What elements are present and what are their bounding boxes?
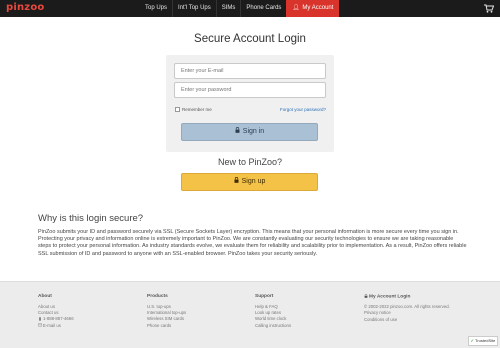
envelope-icon (38, 324, 42, 327)
footer-products-column: Products U.S. top-ups International top-… (147, 294, 186, 329)
lock-icon (235, 127, 240, 133)
footer-account-column: My Account Login © 2002-2022 pinzoo.com.… (364, 294, 450, 323)
trusted-site-label: TrustedSite (475, 338, 496, 343)
sign-in-button[interactable]: Sign in (181, 123, 318, 141)
shopping-cart-icon[interactable] (484, 4, 494, 13)
page-title: Secure Account Login (194, 33, 306, 45)
sign-in-label: Sign in (242, 128, 265, 135)
email-input[interactable] (174, 63, 326, 79)
footer-link-conditions-of-use[interactable]: Conditions of use (364, 317, 450, 323)
top-navigation-bar: pinzoo Top Ups Int'l Top Ups SIMs Phone … (0, 0, 500, 17)
footer-email-label: E-mail us (43, 322, 61, 328)
footer-link-calling-instructions[interactable]: Calling instructions (255, 323, 291, 329)
sign-up-label: Sign up (241, 178, 266, 185)
footer-support-column: Support Help & FAQ Look up rates World t… (255, 294, 291, 329)
footer-phone-number: 1-888-887-4666 (43, 316, 74, 322)
footer-link-phone-cards[interactable]: Phone cards (147, 323, 186, 329)
footer-about-column: About About us Contact us 1-888-887-4666… (38, 294, 74, 329)
remember-me-checkbox[interactable] (175, 107, 180, 112)
footer-link-wireless-sim-cards[interactable]: Wireless SIM cards (147, 316, 186, 322)
security-description: PinZoo submits your ID and password secu… (38, 229, 467, 257)
footer-email[interactable]: E-mail us (38, 323, 74, 329)
password-input[interactable] (174, 82, 326, 98)
check-icon: ✓ (470, 338, 474, 343)
nav-top-ups[interactable]: Top Ups (140, 0, 172, 17)
footer-products-title: Products (147, 294, 168, 299)
remember-me-label: Remember me (182, 107, 212, 112)
nav-intl-top-ups[interactable]: Int'l Top Ups (172, 0, 216, 17)
footer-account-login[interactable]: My Account Login (364, 294, 450, 299)
new-customer-title: New to PinZoo? (217, 157, 283, 167)
footer: About About us Contact us 1-888-887-4666… (0, 281, 500, 348)
security-heading: Why is this login secure? (38, 213, 144, 224)
footer-support-title: Support (255, 294, 274, 299)
lock-icon (234, 177, 239, 183)
remember-me[interactable]: Remember me (175, 107, 212, 112)
pinzoo-logo[interactable]: pinzoo (6, 2, 44, 13)
footer-about-title: About (38, 294, 52, 299)
nav-phone-cards[interactable]: Phone Cards (240, 0, 286, 17)
lock-icon (364, 294, 368, 298)
forgot-password-link[interactable]: Forgot your password? (280, 107, 326, 112)
footer-link-world-time-clock[interactable]: World time clock (255, 316, 291, 322)
phone-icon (39, 317, 41, 321)
sign-up-button[interactable]: Sign up (181, 173, 318, 191)
footer-account-title: My Account Login (369, 294, 411, 300)
user-icon: 👤︎ (292, 5, 300, 11)
nav-my-account[interactable]: 👤︎ My Account (286, 0, 340, 17)
nav-my-account-label: My Account (302, 5, 334, 11)
nav-sims[interactable]: SIMs (215, 0, 241, 17)
login-panel: Remember me Forgot your password? Sign i… (166, 55, 334, 152)
trusted-site-badge[interactable]: ✓ TrustedSite (468, 336, 498, 346)
main-nav: Top Ups Int'l Top Ups SIMs Phone Cards 👤… (140, 0, 340, 17)
